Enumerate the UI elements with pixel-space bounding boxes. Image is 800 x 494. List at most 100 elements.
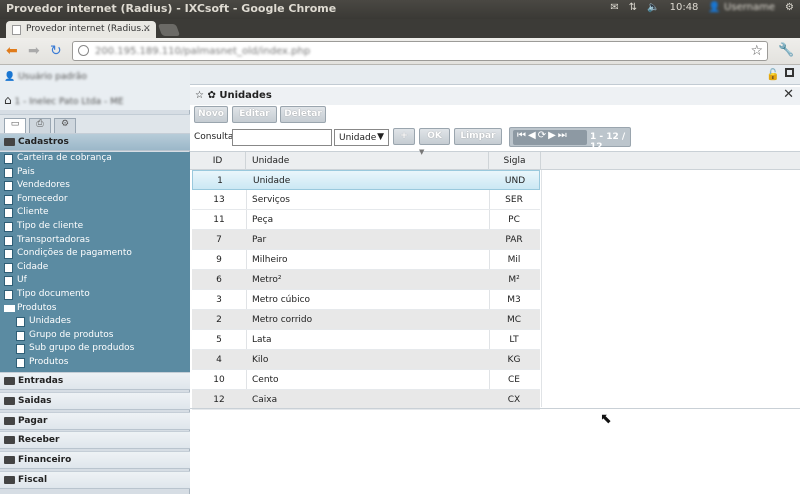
table-row[interactable]: 2 Metro corrido MC bbox=[192, 310, 540, 330]
column-header-unidade[interactable]: ▼ Unidade bbox=[246, 148, 489, 170]
settings-tab-icon[interactable]: ⚙ bbox=[54, 118, 76, 133]
back-arrow-icon[interactable]: ⬅ bbox=[6, 43, 18, 59]
column-header-sigla[interactable]: Sigla bbox=[489, 152, 541, 170]
menu-fiscal-label: Fiscal bbox=[18, 475, 48, 485]
first-page-icon[interactable]: ⏮ bbox=[517, 130, 528, 141]
cell-unidade: Kilo bbox=[252, 355, 269, 365]
folder-icon bbox=[4, 138, 15, 146]
table-row[interactable]: 6 Metro² M² bbox=[192, 270, 540, 290]
settings-gear-icon[interactable]: ⚙ bbox=[785, 2, 794, 13]
cell-sigla: PC bbox=[508, 215, 520, 225]
menu-cadastros[interactable]: Cadastros bbox=[0, 133, 190, 151]
menu-item-label: Cliente bbox=[17, 207, 49, 218]
volume-icon[interactable]: 🔈 bbox=[647, 2, 659, 13]
clock[interactable]: 10:48 bbox=[670, 2, 699, 13]
document-icon bbox=[4, 222, 13, 232]
mail-icon[interactable]: ✉ bbox=[610, 2, 618, 13]
cell-sigla: MC bbox=[506, 315, 522, 325]
maximize-icon[interactable] bbox=[785, 68, 794, 77]
cell-unidade: Caixa bbox=[252, 395, 278, 405]
url-text[interactable]: 200.195.189.110/palmasnet_old/index.php bbox=[95, 46, 310, 57]
prev-page-icon[interactable]: ◀ bbox=[528, 130, 538, 141]
document-icon bbox=[4, 262, 13, 273]
refresh-icon[interactable]: ⟳ bbox=[538, 130, 548, 141]
close-window-icon[interactable]: ✕ bbox=[783, 87, 794, 102]
home-icon[interactable]: ⌂ bbox=[4, 93, 12, 107]
pager-nav: ⏮◀⟳▶⏭ bbox=[513, 130, 587, 145]
favorite-star-icon[interactable]: ☆ bbox=[195, 90, 204, 101]
new-tab-button[interactable] bbox=[157, 24, 181, 36]
table-row[interactable]: 4 Kilo KG bbox=[192, 350, 540, 370]
folder-icon bbox=[4, 436, 15, 444]
deletar-button[interactable]: Deletar bbox=[280, 106, 326, 123]
cell-id: 2 bbox=[216, 315, 222, 325]
window-tab-icon[interactable]: ▭ bbox=[4, 118, 26, 133]
editar-button[interactable]: Editar bbox=[232, 106, 277, 123]
cell-id: 13 bbox=[213, 195, 225, 205]
window-title: Provedor internet (Radius) - IXCsoft - G… bbox=[6, 2, 337, 15]
table-row[interactable]: 10 Cento CE bbox=[192, 370, 540, 390]
search-input[interactable] bbox=[232, 129, 332, 146]
menu-receber-label: Receber bbox=[18, 435, 60, 445]
tab-title: Provedor internet (Radius... bbox=[26, 24, 150, 34]
cell-sigla: CX bbox=[507, 395, 521, 405]
table-row[interactable]: 12 Caixa CX bbox=[192, 390, 540, 410]
cadastros-submenu: Carteira de cobrança Pais Vendedores For… bbox=[0, 152, 190, 372]
data-grid: ID ▼ Unidade Sigla 1 Unidade UND 13 Serv… bbox=[190, 148, 800, 410]
left-panel: 👤 Usuário padrão ⌂ 1 - Inelec Pato Ltda … bbox=[0, 65, 190, 494]
last-page-icon[interactable]: ⏭ bbox=[558, 130, 569, 141]
menu-financeiro[interactable]: Financeiro bbox=[0, 451, 190, 469]
menu-fiscal[interactable]: Fiscal bbox=[0, 471, 190, 489]
ok-button[interactable]: OK bbox=[419, 128, 450, 145]
menu-item-label: Produtos bbox=[17, 302, 57, 313]
folder-icon bbox=[4, 377, 15, 385]
bookmark-star-icon[interactable]: ☆ bbox=[750, 43, 763, 59]
tab-close-icon[interactable]: × bbox=[143, 23, 151, 34]
document-icon bbox=[4, 235, 13, 246]
table-row[interactable]: 1 Unidade UND bbox=[192, 170, 540, 190]
menu-pagar[interactable]: Pagar bbox=[0, 412, 190, 430]
menu-receber[interactable]: Receber bbox=[0, 431, 190, 449]
table-row[interactable]: 13 Serviços SER bbox=[192, 190, 540, 210]
user-menu-icon[interactable]: 👤 Username bbox=[708, 2, 775, 13]
document-icon bbox=[4, 249, 13, 260]
menu-entradas[interactable]: Entradas bbox=[0, 372, 190, 390]
folder-icon bbox=[4, 476, 15, 484]
print-tab-icon[interactable]: ⎙ bbox=[29, 118, 51, 133]
network-icon[interactable]: ⇅ bbox=[629, 2, 637, 13]
forward-arrow-icon[interactable]: ➡ bbox=[28, 43, 40, 59]
menu-item-label: Produtos bbox=[29, 357, 69, 367]
cell-unidade: Metro corrido bbox=[252, 315, 313, 325]
add-filter-button[interactable]: + bbox=[393, 128, 415, 145]
browser-tab[interactable]: Provedor internet (Radius... × bbox=[6, 21, 156, 38]
table-row[interactable]: 11 Peça PC bbox=[192, 210, 540, 230]
user-info: 👤 Usuário padrão ⌂ 1 - Inelec Pato Ltda … bbox=[0, 65, 190, 110]
limpar-button[interactable]: Limpar bbox=[454, 128, 502, 145]
table-row[interactable]: 3 Metro cúbico M3 bbox=[192, 290, 540, 310]
app-area: 👤 Usuário padrão ⌂ 1 - Inelec Pato Ltda … bbox=[0, 65, 800, 494]
column-header-id[interactable]: ID bbox=[190, 152, 246, 170]
unlock-icon[interactable]: 🔓 bbox=[766, 68, 780, 81]
table-row[interactable]: 5 Lata LT bbox=[192, 330, 540, 350]
wrench-menu-icon[interactable]: 🔧 bbox=[778, 43, 794, 58]
document-icon bbox=[16, 317, 25, 328]
document-icon bbox=[4, 181, 13, 192]
document-icon bbox=[16, 358, 25, 368]
cell-sigla: UND bbox=[504, 176, 526, 186]
refresh-window-icon[interactable]: ✿ bbox=[207, 90, 215, 101]
menu-item-label: Transportadoras bbox=[17, 234, 90, 245]
cell-unidade: Metro cúbico bbox=[252, 295, 311, 305]
menu-item-label: Carteira de cobrança bbox=[17, 153, 112, 163]
reload-icon[interactable]: ↻ bbox=[50, 43, 62, 59]
cell-unidade: Peça bbox=[252, 215, 274, 225]
table-row[interactable]: 9 Milheiro Mil bbox=[192, 250, 540, 270]
table-row[interactable]: 7 Par PAR bbox=[192, 230, 540, 250]
novo-button[interactable]: Novo bbox=[194, 106, 228, 123]
cell-unidade: Serviços bbox=[252, 195, 290, 205]
field-select[interactable]: Unidade ▼ bbox=[334, 129, 389, 146]
address-bar[interactable]: 200.195.189.110/palmasnet_old/index.php … bbox=[72, 41, 768, 61]
menu-saidas[interactable]: Saidas bbox=[0, 392, 190, 410]
system-tray: ✉ ⇅ 🔈 10:48 👤 Username ⚙ bbox=[610, 2, 794, 13]
cell-id: 12 bbox=[213, 395, 225, 405]
next-page-icon[interactable]: ▶ bbox=[548, 130, 558, 141]
